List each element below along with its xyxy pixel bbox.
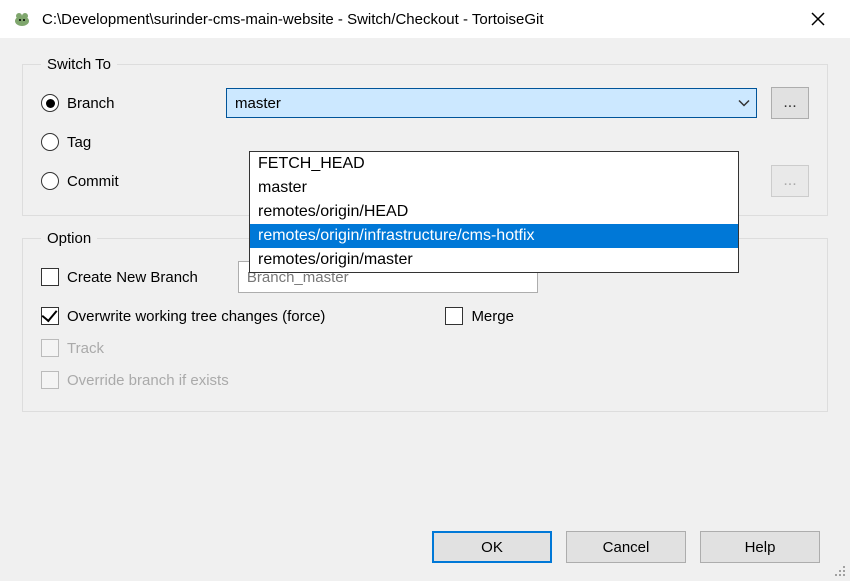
merge-label: Merge xyxy=(471,308,514,325)
branch-option[interactable]: FETCH_HEAD xyxy=(250,152,738,176)
switch-to-legend: Switch To xyxy=(41,56,117,73)
track-checkbox: Track xyxy=(41,339,104,357)
tag-radio-label: Tag xyxy=(67,134,91,151)
track-label: Track xyxy=(67,340,104,357)
checkbox-icon xyxy=(41,268,59,286)
close-icon xyxy=(811,12,825,26)
resize-grip[interactable] xyxy=(830,561,846,577)
checkbox-icon xyxy=(41,339,59,357)
overwrite-label: Overwrite working tree changes (force) xyxy=(67,308,325,325)
dialog-buttons: OK Cancel Help xyxy=(432,531,820,563)
commit-radio-label: Commit xyxy=(67,173,119,190)
override-label: Override branch if exists xyxy=(67,372,229,389)
radio-icon xyxy=(41,172,59,190)
create-new-branch-label: Create New Branch xyxy=(67,269,198,286)
branch-dropdown-list[interactable]: FETCH_HEADmasterremotes/origin/HEADremot… xyxy=(249,151,739,273)
titlebar: C:\Development\surinder-cms-main-website… xyxy=(0,0,850,38)
checkbox-icon xyxy=(41,371,59,389)
branch-option[interactable]: remotes/origin/infrastructure/cms-hotfix xyxy=(250,224,738,248)
checkbox-icon xyxy=(445,307,463,325)
create-new-branch-checkbox[interactable]: Create New Branch xyxy=(41,268,198,286)
branch-option[interactable]: remotes/origin/HEAD xyxy=(250,200,738,224)
chevron-down-icon xyxy=(738,95,750,112)
ok-button[interactable]: OK xyxy=(432,531,552,563)
ellipsis-icon: ... xyxy=(783,94,796,112)
overwrite-checkbox[interactable]: Overwrite working tree changes (force) xyxy=(41,307,325,325)
checkbox-icon xyxy=(41,307,59,325)
radio-icon xyxy=(41,94,59,112)
app-icon xyxy=(12,9,32,29)
branch-option[interactable]: remotes/origin/master xyxy=(250,248,738,272)
help-button[interactable]: Help xyxy=(700,531,820,563)
branch-combo-value: master xyxy=(235,95,281,112)
cancel-button[interactable]: Cancel xyxy=(566,531,686,563)
branch-browse-button[interactable]: ... xyxy=(771,87,809,119)
override-checkbox: Override branch if exists xyxy=(41,371,229,389)
window-title: C:\Development\surinder-cms-main-website… xyxy=(42,11,798,28)
branch-option[interactable]: master xyxy=(250,176,738,200)
ellipsis-icon: ... xyxy=(783,172,796,190)
close-button[interactable] xyxy=(798,4,838,34)
option-legend: Option xyxy=(41,230,97,247)
commit-radio[interactable]: Commit xyxy=(41,172,226,190)
branch-radio-label: Branch xyxy=(67,95,115,112)
radio-icon xyxy=(41,133,59,151)
dialog-content: Switch To Branch master ... Tag xyxy=(0,38,850,581)
branch-radio[interactable]: Branch xyxy=(41,94,226,112)
merge-checkbox[interactable]: Merge xyxy=(445,307,514,325)
tag-radio[interactable]: Tag xyxy=(41,133,226,151)
commit-browse-button: ... xyxy=(771,165,809,197)
branch-combo[interactable]: master xyxy=(226,88,757,118)
